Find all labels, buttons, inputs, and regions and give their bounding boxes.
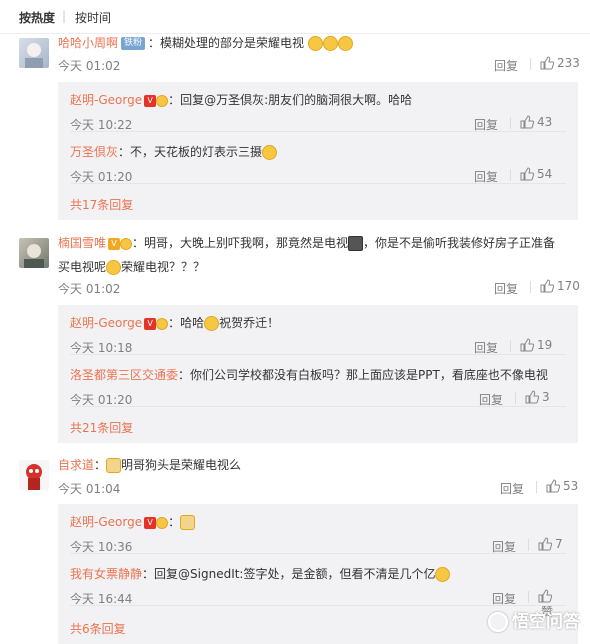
like-button[interactable]: 7	[538, 536, 563, 551]
comment-text: 哈哈小周啊 铁粉 ：模糊处理的部分是荣耀电视	[58, 32, 580, 54]
thumbs-up-icon	[540, 55, 555, 69]
comment-username[interactable]: 楠国雪唯	[58, 236, 106, 250]
tv-icon	[348, 236, 364, 251]
like-button[interactable]: 53	[546, 478, 578, 493]
avatar[interactable]	[19, 38, 49, 68]
more-replies-link[interactable]: 共17条回复	[70, 196, 133, 213]
wukong-logo-icon	[488, 612, 508, 632]
like-button[interactable]: 3	[525, 389, 550, 404]
reply-button[interactable]: 回复	[500, 480, 524, 497]
comment-text-line2: 买电视呢 荣耀电视？？？	[58, 260, 206, 275]
replies-box: 赵明-George V ：回复@万圣倶灰:朋友们的脑洞很大啊。哈哈 今天 10:22…	[58, 82, 578, 220]
reply-item: 赵明-George V ：回复@万圣倶灰:朋友们的脑洞很大啊。哈哈 今天 10:22…	[70, 82, 566, 132]
thumbs-up-icon	[538, 588, 553, 602]
sort-separator: |	[62, 9, 67, 23]
verified-icon: V	[144, 516, 157, 529]
reply-username[interactable]: 赵明-George	[70, 93, 142, 107]
avatar[interactable]	[19, 238, 49, 268]
comment-time: 今天 01:02	[58, 59, 121, 73]
emoji-icon	[106, 260, 122, 275]
like-button[interactable]: 233	[540, 55, 580, 70]
sort-bar: 按热度 | 按时间	[0, 0, 590, 34]
emoji-icon	[307, 36, 323, 51]
reply-item: 我有女票静静：回复@SignedIt:签字处，是金额，但看不清是几个亿 今天 1…	[70, 556, 566, 619]
thumbs-up-icon	[520, 166, 535, 180]
verified-icon: V	[108, 237, 121, 250]
comment-text: 自求道： 明哥狗头是荣耀电视么	[58, 458, 242, 473]
comment-meta: 今天 01:02 回复 170	[58, 278, 580, 297]
thumbs-up-icon	[520, 337, 535, 351]
reply-item: 赵明-George V： 今天 10:36 回复 7	[70, 504, 566, 554]
comment-meta: 今天 01:02 回复 233	[58, 55, 580, 75]
emoji-icon	[262, 145, 278, 160]
avatar[interactable]	[19, 460, 49, 490]
thumbs-up-icon	[525, 389, 540, 403]
thumbs-up-icon	[520, 114, 535, 128]
comment-meta: 今天 01:04 回复 53	[58, 478, 579, 497]
comment-username[interactable]: 自求道	[58, 458, 94, 472]
more-replies-link[interactable]: 共21条回复	[70, 419, 133, 436]
divider	[530, 58, 531, 70]
fan-badge: 铁粉	[121, 37, 146, 50]
emoji-icon	[120, 237, 133, 250]
replies-box: 赵明-George V ：哈哈 祝贺乔迁！ 今天 10:18 回复 19 洛圣都第三区…	[58, 305, 578, 443]
reply-item: 洛圣都第三区交通委：你们公司学校都没有白板吗？那上面应该是PPT，看底座也不像电…	[70, 357, 566, 407]
thumbs-up-icon	[546, 478, 561, 492]
like-button[interactable]: 170	[540, 278, 580, 293]
emoji-icon	[156, 516, 169, 529]
sort-by-time-tab[interactable]: 按时间	[75, 9, 111, 26]
reply-username[interactable]: 万圣倶灰	[70, 145, 118, 159]
emoji-icon	[156, 94, 169, 107]
emoji-icon	[435, 567, 451, 582]
more-replies-link[interactable]: 共6条回复	[70, 620, 126, 637]
like-button[interactable]: 19	[520, 337, 552, 352]
verified-icon: V	[144, 317, 157, 330]
thumbs-up-icon	[540, 278, 555, 292]
reply-button[interactable]: 回复	[494, 280, 518, 297]
thumbs-up-icon	[538, 536, 553, 550]
sort-by-hot-tab[interactable]: 按热度	[19, 9, 55, 26]
comment-text: 楠国雪唯 V ：明哥，大晚上别吓我啊，那竟然是电视 ，你是不是偷听我装修好房子正准备	[58, 236, 556, 251]
emoji-icon	[156, 317, 169, 330]
emoji-icon	[322, 36, 338, 51]
comment-username[interactable]: 哈哈小周啊	[58, 36, 118, 50]
emoji-icon	[204, 316, 220, 331]
emoji-icon	[337, 36, 353, 51]
reply-button[interactable]: 回复	[494, 57, 518, 74]
like-button[interactable]: 43	[520, 114, 552, 129]
like-button[interactable]: 54	[520, 166, 552, 181]
reply-item: 赵明-George V ：哈哈 祝贺乔迁！ 今天 10:18 回复 19	[70, 305, 566, 355]
verified-icon: V	[144, 94, 157, 107]
doge-emoji-icon	[106, 458, 122, 473]
watermark: 悟空问答	[488, 607, 580, 632]
reply-item: 万圣倶灰：不，天花板的灯表示三摄 今天 01:20 回复 54	[70, 134, 566, 184]
doge-emoji-icon	[180, 515, 196, 530]
like-count: 233	[557, 55, 580, 70]
